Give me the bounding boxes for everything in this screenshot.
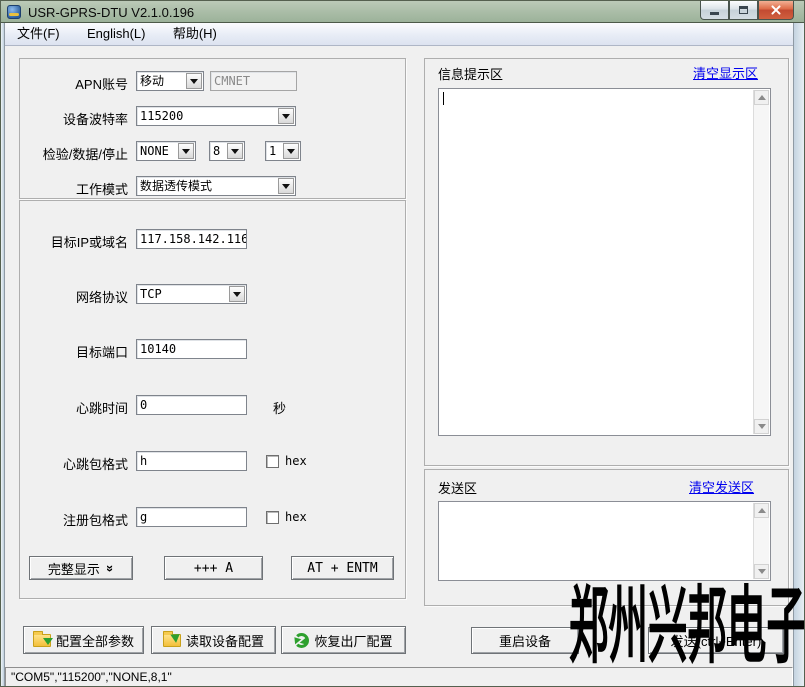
heartbeat-hex-checkbox[interactable] — [266, 455, 279, 468]
baud-label: 设备波特率 — [15, 109, 128, 128]
workmode-label: 工作模式 — [15, 179, 128, 198]
register-hex-checkbox[interactable] — [266, 511, 279, 524]
config-all-button[interactable]: 配置全部参数 — [23, 626, 144, 654]
text-caret — [443, 92, 444, 105]
minimize-button[interactable] — [700, 1, 729, 20]
info-panel-title: 信息提示区 — [438, 64, 503, 83]
databits-value: 8 — [213, 144, 220, 158]
target-ip-label: 目标IP或域名 — [15, 232, 128, 251]
parity-value: NONE — [140, 144, 169, 158]
baud-value: 115200 — [140, 109, 183, 123]
chevron-down-icon[interactable] — [186, 73, 202, 89]
triangle-down-icon — [758, 569, 766, 574]
chevron-down-icon[interactable] — [178, 143, 194, 159]
register-packet-input[interactable]: g — [136, 507, 247, 527]
seconds-unit-label: 秒 — [273, 398, 286, 417]
apn-carrier-value: 移动 — [140, 74, 164, 88]
parity-label: 检验/数据/停止 — [15, 144, 128, 163]
app-window: USR-GPRS-DTU V2.1.0.196 文件(F) English(L)… — [0, 0, 805, 687]
window-title: USR-GPRS-DTU V2.1.0.196 — [28, 5, 194, 20]
workmode-value: 数据透传模式 — [140, 179, 212, 193]
chevron-down-icon[interactable] — [229, 286, 245, 302]
target-port-label: 目标端口 — [15, 342, 128, 361]
apn-label: APN账号 — [15, 74, 128, 93]
chevron-down-icon[interactable] — [227, 143, 243, 159]
double-chevron-down-icon: » — [103, 564, 118, 571]
title-bar: USR-GPRS-DTU V2.1.0.196 — [1, 1, 805, 23]
minimize-icon — [710, 12, 719, 15]
read-config-label: 读取设备配置 — [186, 631, 264, 650]
parity-select[interactable]: NONE — [136, 141, 196, 161]
factory-reset-button[interactable]: 恢复出厂配置 — [281, 626, 406, 654]
stopbits-value: 1 — [269, 144, 276, 158]
status-bar: "COM5","115200","NONE,8,1" — [5, 667, 793, 687]
scroll-down-button[interactable] — [754, 419, 769, 434]
send-textarea[interactable] — [438, 501, 771, 581]
window-left-edge — [1, 23, 5, 686]
chevron-down-icon[interactable] — [278, 178, 294, 194]
config-all-label: 配置全部参数 — [56, 631, 134, 650]
menu-file[interactable]: 文件(F) — [5, 23, 72, 45]
triangle-up-icon — [758, 95, 766, 100]
send-scrollbar[interactable] — [753, 503, 769, 579]
protocol-select[interactable]: TCP — [136, 284, 247, 304]
at-entm-button[interactable]: AT + ENTM — [291, 556, 394, 580]
register-packet-label: 注册包格式 — [15, 510, 128, 529]
triangle-down-icon — [758, 424, 766, 429]
heartbeat-packet-label: 心跳包格式 — [15, 454, 128, 473]
window-right-edge — [793, 23, 805, 686]
menu-english[interactable]: English(L) — [75, 23, 158, 45]
window-controls — [700, 1, 794, 20]
send-panel-title: 发送区 — [438, 478, 477, 497]
apn-carrier-select[interactable]: 移动 — [136, 71, 204, 91]
close-icon — [770, 4, 782, 16]
refresh-arrows-icon — [294, 633, 309, 648]
restart-device-button[interactable]: 重启设备 — [471, 627, 579, 654]
scroll-up-button[interactable] — [754, 90, 769, 105]
info-textarea[interactable] — [438, 88, 771, 436]
scroll-down-button[interactable] — [754, 564, 769, 579]
target-port-input[interactable]: 10140 — [136, 339, 247, 359]
clear-send-link[interactable]: 清空发送区 — [689, 477, 754, 496]
info-scrollbar[interactable] — [753, 90, 769, 434]
full-display-button[interactable]: 完整显示 » — [29, 556, 133, 580]
scroll-up-button[interactable] — [754, 503, 769, 518]
send-button[interactable]: 发送(ctrl+Enter) — [648, 627, 784, 654]
menu-help[interactable]: 帮助(H) — [161, 23, 229, 45]
workmode-select[interactable]: 数据透传模式 — [136, 176, 296, 196]
menu-bar: 文件(F) English(L) 帮助(H) — [5, 23, 793, 46]
chevron-down-icon[interactable] — [278, 108, 294, 124]
full-display-label: 完整显示 — [48, 559, 100, 578]
databits-select[interactable]: 8 — [209, 141, 245, 161]
chevron-down-icon[interactable] — [283, 143, 299, 159]
at-entm-label: AT + ENTM — [307, 561, 377, 576]
folder-down-arrow-icon — [33, 634, 51, 647]
plus-a-label: +++ A — [194, 561, 233, 576]
register-hex-label: hex — [285, 510, 307, 524]
read-config-button[interactable]: 读取设备配置 — [151, 626, 276, 654]
heartbeat-time-input[interactable]: 0 — [136, 395, 247, 415]
factory-reset-label: 恢复出厂配置 — [314, 631, 392, 650]
heartbeat-packet-input[interactable]: h — [136, 451, 247, 471]
stopbits-select[interactable]: 1 — [265, 141, 301, 161]
triangle-up-icon — [758, 508, 766, 513]
protocol-label: 网络协议 — [15, 287, 128, 306]
app-icon — [7, 5, 21, 19]
restart-label: 重启设备 — [499, 631, 551, 650]
maximize-button[interactable] — [729, 1, 758, 20]
maximize-icon — [739, 6, 748, 14]
protocol-value: TCP — [140, 287, 162, 301]
heartbeat-hex-label: hex — [285, 454, 307, 468]
close-button[interactable] — [758, 1, 794, 20]
folder-right-arrow-icon — [163, 634, 181, 647]
clear-info-link[interactable]: 清空显示区 — [693, 63, 758, 82]
apn-input[interactable]: CMNET — [210, 71, 297, 91]
plus-plus-plus-a-button[interactable]: +++ A — [164, 556, 263, 580]
heartbeat-time-label: 心跳时间 — [15, 398, 128, 417]
send-label: 发送(ctrl+Enter) — [671, 631, 762, 650]
target-ip-input[interactable]: 117.158.142.116 — [136, 229, 247, 249]
baud-select[interactable]: 115200 — [136, 106, 296, 126]
